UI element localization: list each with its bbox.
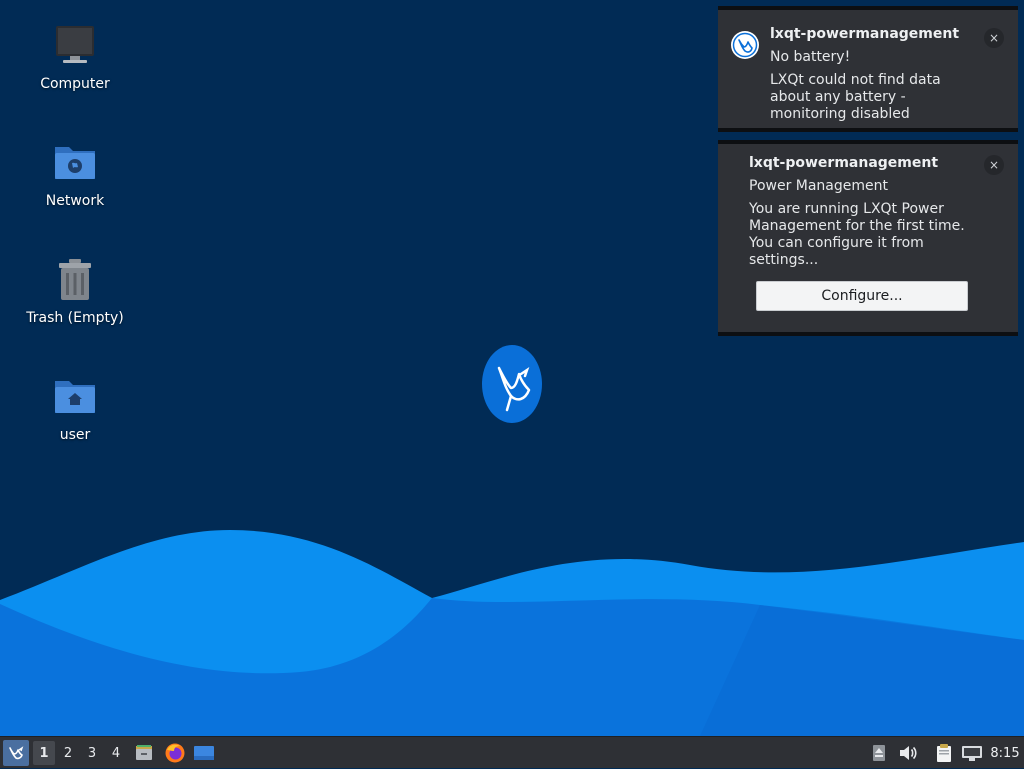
notification-summary: Power Management	[749, 178, 889, 194]
eject-icon	[873, 745, 885, 761]
volume-tray-button[interactable]	[896, 737, 920, 769]
notification-power-management[interactable]: lxqt-powermanagement Power Management Yo…	[718, 140, 1018, 336]
desktop-icon-label: Network	[45, 193, 105, 209]
trash-icon	[59, 259, 91, 300]
desktop-icon-computer[interactable]: Computer	[20, 20, 130, 120]
notification-no-battery[interactable]: lxqt-powermanagement No battery! LXQt co…	[718, 6, 1018, 132]
lubuntu-bird-logo	[482, 345, 542, 423]
notification-body: You are running LXQt Power Management fo…	[749, 201, 965, 268]
notification-close-button[interactable]: ×	[984, 28, 1004, 48]
show-desktop-icon	[194, 746, 214, 760]
desktop-icon-user[interactable]: user	[20, 371, 130, 471]
network-icon	[962, 746, 982, 761]
workspace-3-button[interactable]: 3	[81, 737, 103, 769]
lubuntu-logo-icon	[731, 31, 759, 59]
notification-summary: No battery!	[770, 49, 851, 65]
taskbar: 1 2 3 4 8:15	[0, 736, 1024, 768]
workspace-2-button[interactable]: 2	[57, 737, 79, 769]
start-menu-button[interactable]	[2, 737, 30, 769]
home-folder-icon	[55, 381, 95, 413]
notification-app-name: lxqt-powermanagement	[749, 155, 939, 171]
lubuntu-start-icon	[9, 746, 24, 760]
clock[interactable]: 8:15	[988, 737, 1022, 769]
workspace-4-button[interactable]: 4	[105, 737, 127, 769]
computer-icon	[56, 26, 94, 63]
configure-button[interactable]: Configure...	[756, 281, 968, 311]
desktop-icon-trash[interactable]: Trash (Empty)	[20, 254, 130, 354]
firefox-icon	[165, 743, 185, 763]
notification-close-button[interactable]: ×	[984, 155, 1004, 175]
file-manager-icon	[136, 745, 152, 760]
eject-tray-button[interactable]	[868, 737, 890, 769]
clipboard-tray-button[interactable]	[932, 737, 956, 769]
desktop-icon-label: user	[59, 427, 91, 443]
notification-body: LXQt could not find data about any batte…	[770, 72, 941, 122]
firefox-launcher[interactable]	[162, 737, 188, 769]
desktop-icon-label: Computer	[40, 76, 110, 92]
notification-app-name: lxqt-powermanagement	[770, 26, 960, 42]
volume-icon	[900, 746, 917, 760]
workspace-1-button[interactable]: 1	[33, 741, 55, 765]
network-tray-button[interactable]	[960, 737, 984, 769]
desktop-icon-network[interactable]: Network	[20, 137, 130, 237]
file-manager-launcher[interactable]	[132, 737, 156, 769]
desktop-icon-label: Trash (Empty)	[26, 310, 124, 326]
clipboard-icon	[937, 744, 951, 762]
show-desktop-button[interactable]	[192, 737, 216, 769]
network-folder-icon	[55, 147, 95, 179]
